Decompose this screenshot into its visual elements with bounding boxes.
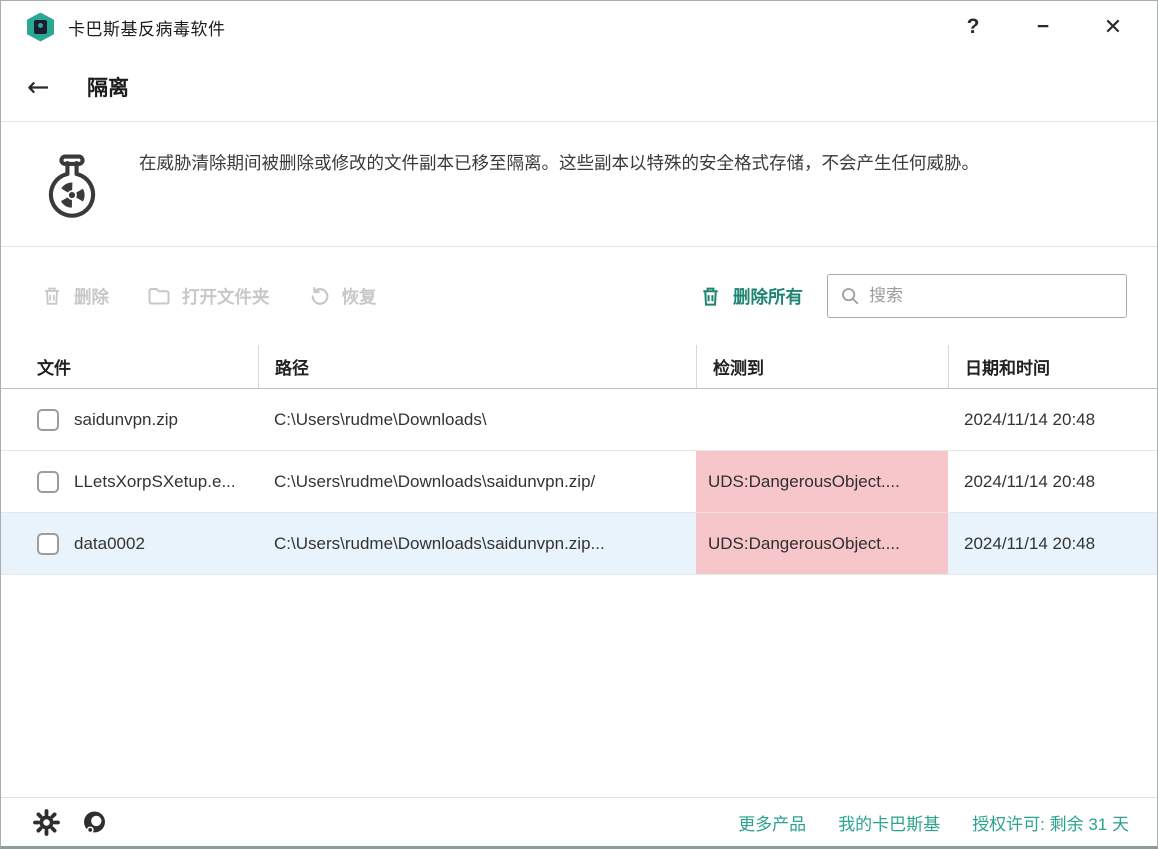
settings-button[interactable] — [29, 805, 63, 839]
kaspersky-logo-icon — [27, 13, 54, 42]
row-datetime: 2024/11/14 20:48 — [948, 513, 1157, 574]
row-datetime: 2024/11/14 20:48 — [948, 451, 1157, 512]
row-checkbox[interactable] — [37, 409, 59, 431]
trash-icon — [41, 284, 63, 308]
quarantine-info-section: 在威胁清除期间被删除或修改的文件副本已移至隔离。这些副本以特殊的安全格式存储，不… — [1, 122, 1157, 246]
folder-icon — [147, 285, 171, 307]
search-input[interactable] — [869, 286, 1114, 306]
detected-threat — [696, 389, 948, 450]
row-datetime: 2024/11/14 20:48 — [948, 389, 1157, 450]
help-button[interactable]: ? — [951, 9, 995, 45]
page-title: 隔离 — [87, 72, 129, 102]
open-folder-button[interactable]: 打开文件夹 — [147, 284, 270, 309]
page-header: ← 隔离 — [1, 53, 1157, 121]
delete-button[interactable]: 删除 — [41, 284, 109, 309]
support-headset-icon[interactable] — [77, 805, 111, 839]
delete-all-button[interactable]: 删除所有 — [699, 284, 803, 309]
search-box — [827, 274, 1127, 318]
table-row[interactable]: LLetsXorpSXetup.e... C:\Users\rudme\Down… — [1, 451, 1157, 513]
detected-threat-badge: UDS:DangerousObject.... — [696, 513, 948, 574]
table-header: 文件 路径 检测到 日期和时间 — [1, 345, 1157, 389]
table-row[interactable]: saidunvpn.zip C:\Users\rudme\Downloads\ … — [1, 389, 1157, 451]
toolbar: 删除 打开文件夹 恢复 删除所有 — [1, 247, 1157, 345]
my-kaspersky-link[interactable]: 我的卡巴斯基 — [838, 810, 940, 835]
quarantine-description: 在威胁清除期间被删除或修改的文件副本已移至隔离。这些副本以特殊的安全格式存储，不… — [139, 148, 979, 178]
restore-button[interactable]: 恢复 — [308, 284, 377, 309]
column-header-datetime[interactable]: 日期和时间 — [948, 345, 1157, 388]
file-path: C:\Users\rudme\Downloads\saidunvpn.zip..… — [258, 513, 696, 574]
column-header-file[interactable]: 文件 — [1, 345, 258, 388]
column-header-detected[interactable]: 检测到 — [696, 345, 948, 388]
row-checkbox[interactable] — [37, 471, 59, 493]
search-icon — [840, 286, 860, 306]
footer: 更多产品 我的卡巴斯基 授权许可: 剩余 31 天 — [1, 797, 1157, 846]
file-name: LLetsXorpSXetup.e... — [74, 472, 236, 492]
minimize-button[interactable]: − — [1021, 9, 1065, 45]
file-path: C:\Users\rudme\Downloads\saidunvpn.zip/ — [258, 451, 696, 512]
quarantine-flask-icon — [39, 150, 105, 220]
license-status[interactable]: 授权许可: 剩余 31 天 — [972, 810, 1129, 835]
file-path: C:\Users\rudme\Downloads\ — [258, 389, 696, 450]
app-title: 卡巴斯基反病毒软件 — [68, 15, 226, 40]
file-name: saidunvpn.zip — [74, 410, 178, 430]
more-products-link[interactable]: 更多产品 — [738, 810, 806, 835]
titlebar: 卡巴斯基反病毒软件 ? − ✕ — [1, 1, 1157, 53]
restore-icon — [308, 285, 331, 308]
table-row[interactable]: data0002 C:\Users\rudme\Downloads\saidun… — [1, 513, 1157, 575]
gear-icon — [33, 809, 60, 836]
headset-icon — [81, 809, 108, 836]
column-header-path[interactable]: 路径 — [258, 345, 696, 388]
kaspersky-window: 卡巴斯基反病毒软件 ? − ✕ ← 隔离 在威胁清除期间被删除或修改的文件副本已… — [0, 0, 1158, 849]
back-button[interactable]: ← — [27, 72, 63, 103]
trash-icon — [699, 284, 722, 309]
detected-threat-badge: UDS:DangerousObject.... — [696, 451, 948, 512]
close-button[interactable]: ✕ — [1091, 9, 1135, 45]
file-name: data0002 — [74, 534, 145, 554]
row-checkbox[interactable] — [37, 533, 59, 555]
